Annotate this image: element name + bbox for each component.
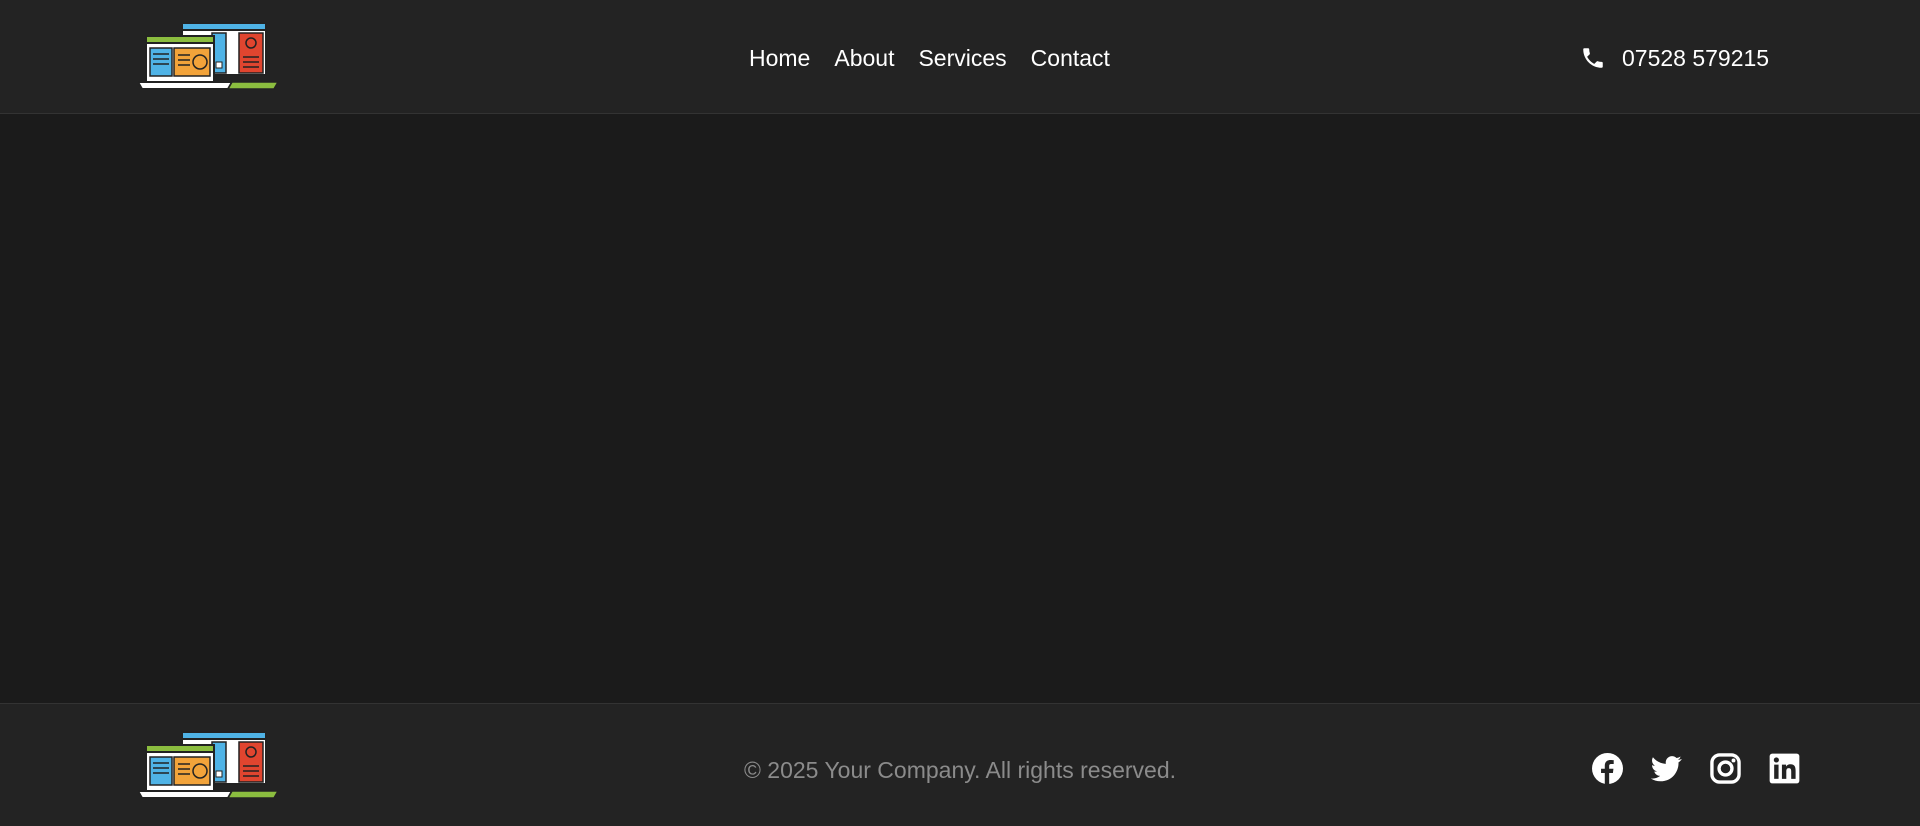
site-header: Home About Services Contact 07528 579215 bbox=[0, 0, 1920, 114]
linkedin-link[interactable] bbox=[1769, 753, 1800, 784]
linkedin-icon bbox=[1769, 753, 1800, 784]
social-links bbox=[1592, 753, 1800, 784]
phone-icon bbox=[1583, 48, 1603, 68]
footer-logo-link[interactable] bbox=[136, 731, 280, 801]
page: Home About Services Contact 07528 579215… bbox=[0, 0, 1920, 826]
facebook-link[interactable] bbox=[1592, 753, 1623, 784]
twitter-link[interactable] bbox=[1651, 753, 1682, 784]
computer-logo-icon bbox=[136, 731, 280, 799]
main-content bbox=[0, 114, 1920, 703]
nav-item-about[interactable]: About bbox=[834, 38, 894, 78]
phone-number: 07528 579215 bbox=[1622, 44, 1770, 71]
logo-link[interactable] bbox=[136, 22, 280, 92]
copyright-text: © 2025 Your Company. All rights reserved… bbox=[743, 757, 1177, 783]
site-footer: © 2025 Your Company. All rights reserved… bbox=[0, 703, 1920, 826]
nav-item-contact[interactable]: Contact bbox=[1031, 38, 1110, 78]
computer-logo-icon bbox=[136, 22, 280, 90]
nav-item-services[interactable]: Services bbox=[918, 38, 1006, 78]
nav-item-home[interactable]: Home bbox=[749, 38, 810, 78]
main-nav: Home About Services Contact bbox=[749, 38, 1110, 78]
facebook-icon bbox=[1592, 753, 1623, 784]
twitter-icon bbox=[1651, 756, 1682, 782]
phone-contact[interactable]: 07528 579215 bbox=[1580, 38, 1769, 78]
instagram-link[interactable] bbox=[1710, 753, 1741, 784]
instagram-icon bbox=[1710, 753, 1741, 784]
